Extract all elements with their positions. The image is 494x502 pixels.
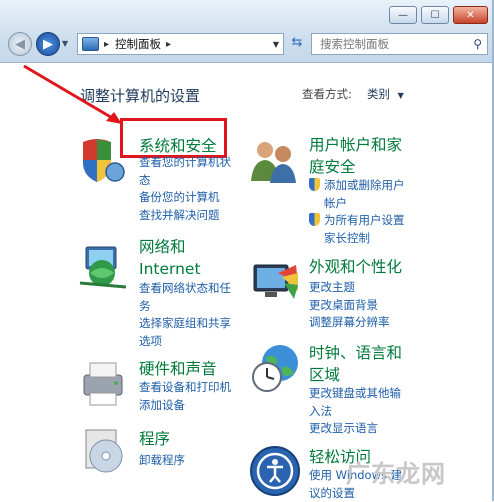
category-links-programs: 卸载程序 [139, 452, 185, 470]
link-network-status[interactable]: 查看网络状态和任 [139, 280, 231, 298]
maximize-button[interactable]: ☐ [421, 6, 449, 24]
view-by-label: 查看方式: [302, 87, 352, 101]
category-links-user-accounts: 添加或删除用户 帐户 为所有用户设置 家长控制 [324, 177, 405, 248]
refresh-button[interactable]: ⇆ [287, 35, 307, 53]
security-shield-icon [83, 139, 125, 182]
link-devices-printers[interactable]: 查看设备和打印机 [139, 379, 231, 397]
view-by-value[interactable]: 类别 [367, 87, 390, 101]
category-links-network: 查看网络状态和任 务 选择家庭组和共享 选项 [139, 280, 231, 351]
uac-shield-icon [309, 213, 320, 226]
category-title-user-accounts[interactable]: 用户帐户和家 庭安全 [309, 134, 402, 178]
control-panel-icon [82, 37, 99, 51]
address-dropdown-icon[interactable]: ▼ [273, 40, 279, 49]
category-links-hardware-sound: 查看设备和打印机 添加设备 [139, 379, 231, 414]
minimize-button[interactable]: — [389, 6, 417, 24]
link-troubleshoot[interactable]: 查找并解决问题 [139, 207, 231, 225]
watermark: 广东龙网 [346, 460, 446, 488]
category-title-appearance[interactable]: 外观和个性化 [309, 256, 402, 278]
link-adjust-resolution[interactable]: 调整屏幕分辨率 [309, 314, 390, 332]
forward-button[interactable]: ▶ [36, 32, 60, 56]
link-parental-controls[interactable]: 为所有用户设置 [324, 212, 405, 230]
link-network-status-cont[interactable]: 务 [139, 298, 231, 316]
link-change-input-method-cont[interactable]: 入法 [309, 403, 401, 421]
users-icon [251, 142, 296, 183]
category-links-system-security: 查看您的计算机状 态 备份您的计算机 查找并解决问题 [139, 154, 231, 225]
programs-disc-icon [85, 429, 123, 473]
link-parental-controls-cont[interactable]: 家长控制 [324, 230, 405, 248]
uac-shield-icon [309, 178, 320, 191]
link-backup-computer[interactable]: 备份您的计算机 [139, 189, 231, 207]
appearance-monitor-icon [253, 264, 298, 299]
back-arrow-icon: ◀ [15, 36, 25, 52]
address-bar[interactable]: ▸ 控制面板 ▸ ▼ [77, 33, 284, 55]
back-button[interactable]: ◀ [8, 32, 32, 56]
category-title-clock-region[interactable]: 时钟、语言和 区域 [309, 342, 402, 386]
window-chrome: — ☐ ✕ ◀ ▶ ▼ ▸ 控制面板 ▸ ▼ ⇆ ⚲ [0, 0, 494, 63]
link-uninstall-program[interactable]: 卸载程序 [139, 452, 185, 470]
category-title-network[interactable]: 网络和 Internet [139, 236, 201, 280]
recent-pages-dropdown[interactable]: ▼ [62, 39, 68, 48]
breadcrumb-separator[interactable]: ▸ [104, 39, 109, 50]
breadcrumb-arrow[interactable]: ▸ [166, 39, 171, 50]
annotation-arrow [23, 64, 122, 124]
refresh-icon: ⇆ [291, 35, 303, 50]
ease-of-access-icon [250, 446, 300, 496]
link-add-remove-accounts[interactable]: 添加或删除用户 [324, 177, 405, 195]
view-by-dropdown[interactable]: 类别 ▼ [367, 86, 404, 102]
category-links-appearance: 更改主题 更改桌面背景 调整屏幕分辨率 [309, 279, 390, 332]
link-change-input-method[interactable]: 更改键盘或其他输 [309, 385, 401, 403]
close-button[interactable]: ✕ [453, 6, 488, 24]
network-globe-icon [79, 246, 127, 289]
forward-arrow-icon: ▶ [43, 36, 53, 52]
category-title-hardware-sound[interactable]: 硬件和声音 [139, 358, 217, 380]
category-title-programs[interactable]: 程序 [139, 428, 170, 450]
link-add-remove-accounts-cont[interactable]: 帐户 [324, 195, 405, 213]
category-links-clock-region: 更改键盘或其他输 入法 更改显示语言 [309, 385, 401, 438]
printer-icon [83, 362, 123, 406]
control-panel-main: 调整计算机的设置 查看方式: 类别 ▼ 系统和安全 查看您的计算机状 态 备份您… [0, 63, 494, 501]
clock-globe-icon [252, 345, 298, 392]
link-change-desktop-background[interactable]: 更改桌面背景 [309, 297, 390, 315]
link-homegroup-cont[interactable]: 选项 [139, 333, 231, 351]
link-change-display-language[interactable]: 更改显示语言 [309, 420, 401, 438]
chevron-down-icon: ▼ [397, 91, 404, 100]
breadcrumb-control-panel[interactable]: 控制面板 [115, 36, 161, 52]
link-add-device[interactable]: 添加设备 [139, 397, 231, 415]
search-input[interactable] [318, 36, 472, 52]
link-homegroup[interactable]: 选择家庭组和共享 [139, 315, 231, 333]
search-icon[interactable]: ⚲ [473, 37, 482, 51]
link-view-computer-status[interactable]: 查看您的计算机状 [139, 154, 231, 172]
link-change-theme[interactable]: 更改主题 [309, 279, 390, 297]
link-view-computer-status-cont[interactable]: 态 [139, 172, 231, 190]
search-box[interactable]: ⚲ [311, 33, 488, 55]
